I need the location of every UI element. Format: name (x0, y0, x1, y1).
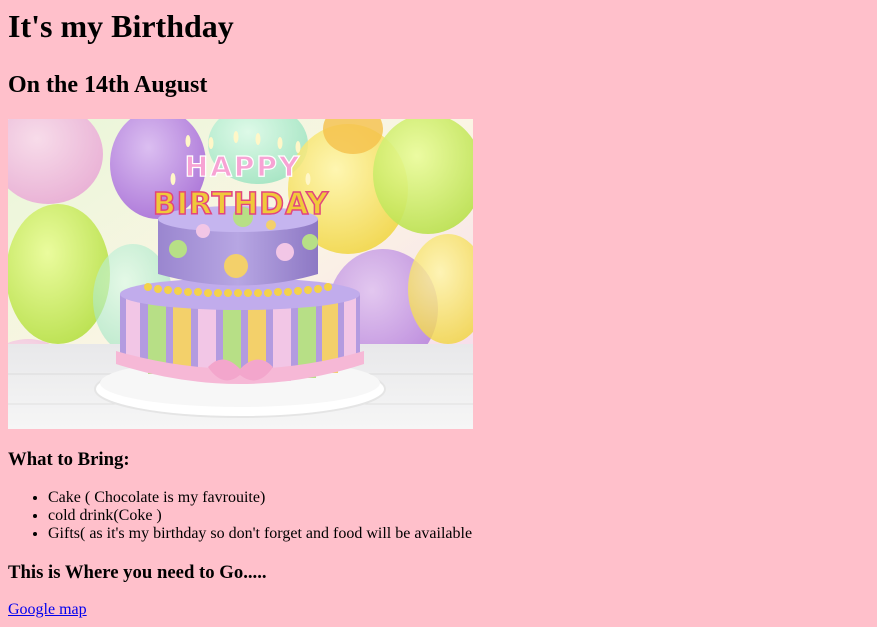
page-subtitle: On the 14th August (8, 72, 208, 98)
location-heading: This is Where you need to Go..... (8, 562, 267, 583)
google-map-link[interactable]: Google map (8, 601, 87, 619)
page-content: It's my Birthday On the 14th August HAPP… (8, 0, 868, 619)
bring-list: Cake ( Chocolate is my favrouite) cold d… (8, 489, 868, 543)
list-item: Cake ( Chocolate is my favrouite) (48, 489, 868, 507)
list-item: cold drink(Coke ) (48, 507, 868, 525)
cake-text-top: HAPPY (185, 150, 301, 183)
page-title: It's my Birthday (8, 8, 234, 44)
list-item: Gifts( as it's my birthday so don't forg… (48, 525, 868, 543)
what-to-bring-heading: What to Bring: (8, 449, 130, 470)
birthday-cake-image: HAPPY BIRTHDAY (8, 119, 473, 429)
cake-text-bottom: BIRTHDAY (153, 187, 330, 222)
